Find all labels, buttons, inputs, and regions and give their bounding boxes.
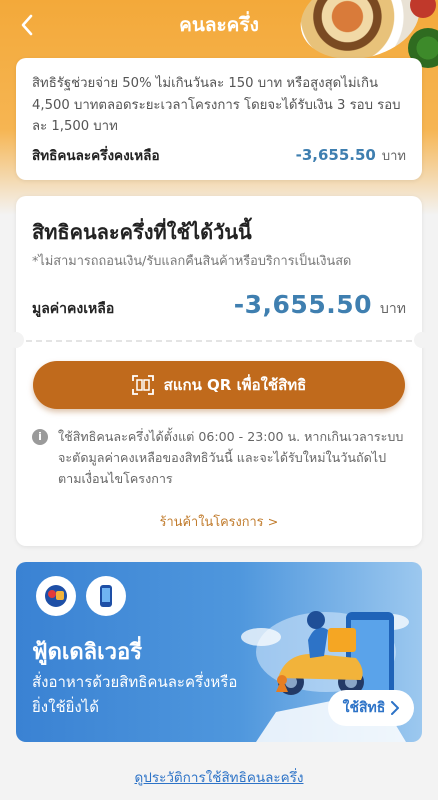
scan-qr-label: สแกน QR เพื่อใช้สิทธิ: [163, 376, 307, 394]
balance-amount: -3,655.50 บาท: [234, 290, 406, 320]
ticket-notch-right: [414, 332, 430, 348]
balance-value: -3,655.50: [233, 290, 373, 319]
partner-logo-2: [86, 576, 126, 616]
remaining-entitlement-amount: -3,655.50 บาท: [296, 145, 406, 166]
balance-currency: บาท: [380, 301, 406, 317]
use-entitlement-button[interactable]: ใช้สิทธิ: [328, 690, 414, 726]
chevron-right-icon: [391, 701, 400, 715]
today-entitlement-card: สิทธิคนละครึ่งที่ใช้ได้วันนี้ *ไม่สามารถ…: [8, 196, 430, 546]
page-title: คนละครึ่ง: [179, 14, 259, 36]
cash-note: *ไม่สามารถถอนเงิน/รับแลกคืนสินค้าหรือบริ…: [32, 254, 352, 269]
participating-shops-link[interactable]: ร้านค้าในโครงการ >: [16, 511, 422, 532]
entitlement-description: สิทธิรัฐช่วยจ่าย 50% ไม่เกินวันละ 150 บา…: [32, 76, 401, 134]
phone-app-icon: [100, 585, 112, 607]
usage-notice-text: ใช้สิทธิคนละครึ่งได้ตั้งแต่ 06:00 - 23:0…: [58, 429, 404, 486]
currency-unit: บาท: [381, 148, 406, 164]
today-title: สิทธิคนละครึ่งที่ใช้ได้วันนี้: [32, 220, 252, 244]
balance-label: มูลค่าคงเหลือ: [32, 301, 115, 317]
balance-row: มูลค่าคงเหลือ -3,655.50 บาท: [32, 290, 406, 320]
banner-title: ฟู้ดเดลิเวอรี่: [32, 640, 143, 665]
usage-notice: i ใช้สิทธิคนละครึ่งได้ตั้งแต่ 06:00 - 23…: [32, 426, 406, 489]
usage-history-link[interactable]: ดูประวัติการใช้สิทธิคนละครึ่ง: [0, 766, 438, 788]
ticket-notch-left: [8, 332, 24, 348]
remaining-entitlement-label: สิทธิคนละครึ่งคงเหลือ: [32, 147, 160, 164]
partner-logo-1: [36, 576, 76, 616]
remaining-entitlement-row: สิทธิคนละครึ่งคงเหลือ -3,655.50 บาท: [32, 144, 406, 166]
partner-logo-1-icon: [45, 585, 67, 607]
use-entitlement-label: ใช้สิทธิ: [342, 700, 386, 716]
dashed-divider: [16, 340, 422, 342]
info-icon: i: [32, 429, 48, 445]
scan-qr-button[interactable]: สแกน QR เพื่อใช้สิทธิ: [33, 361, 405, 409]
food-delivery-banner[interactable]: ฟู้ดเดลิเวอรี่ สั่งอาหารด้วยสิทธิคนละครึ…: [16, 562, 422, 742]
qr-scan-icon: [131, 375, 154, 395]
remaining-entitlement-value: -3,655.50: [295, 145, 376, 164]
entitlement-info-card: สิทธิรัฐช่วยจ่าย 50% ไม่เกินวันละ 150 บา…: [16, 58, 422, 180]
